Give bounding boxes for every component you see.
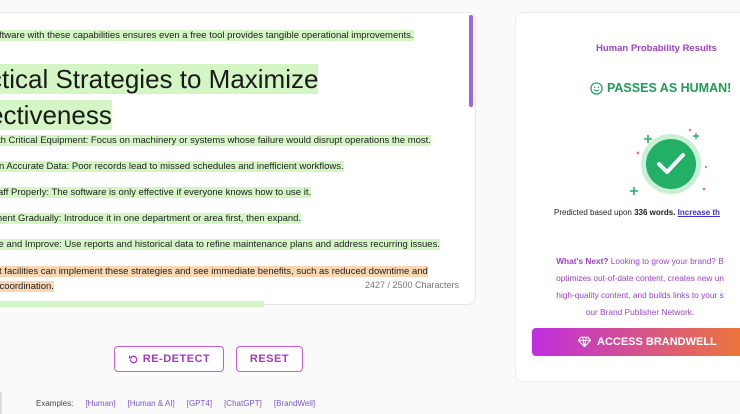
editor-line: with Critical Equipment: Focus on machin…: [0, 134, 431, 147]
result-card: Human Probability Results PASSES AS HUMA…: [515, 12, 740, 382]
redetect-label: RE-DETECT: [142, 353, 211, 365]
example-brandwell-link[interactable]: [BrandWell]: [274, 399, 315, 408]
whats-next-text: What's Next? Looking to grow your brand?…: [516, 253, 740, 321]
example-chatgpt-link[interactable]: [ChatGPT]: [224, 399, 262, 408]
examples-label: Examples:: [36, 399, 74, 408]
refresh-icon: [128, 354, 138, 363]
verdict-text: PASSES AS HUMAN!: [590, 81, 731, 95]
example-human-ai-link[interactable]: [Human & AI]: [128, 399, 175, 408]
predicted-prefix: Predicted based upon: [554, 208, 632, 217]
smile-icon: [590, 81, 603, 95]
verdict-label: PASSES AS HUMAN!: [607, 81, 732, 95]
examples-row: Examples: [Human] [Human & AI] [GPT4] [ChatG…: [36, 399, 315, 408]
next-line: optimizes out-of-date content, creates n…: [556, 273, 724, 283]
editor-line: Staff Properly: The software is only eff…: [0, 186, 312, 199]
editor-line: ement Gradually: Introduce it in one dep…: [0, 212, 302, 225]
editor-heading: ctical Strategies to Maximize: [0, 63, 319, 95]
editor-scrollbar[interactable]: [469, 15, 473, 107]
character-count: 2427 / 2500 Characters: [364, 280, 459, 290]
ai-detector-page: software with these capabilities ensures…: [0, 0, 740, 414]
access-label: ACCESS BRANDWELL: [597, 336, 717, 348]
next-line: our Brand Publisher Network.: [585, 307, 695, 317]
access-brandwell-button[interactable]: ACCESS BRANDWELL: [532, 328, 740, 356]
check-badge-icon: [630, 128, 707, 195]
reset-label: RESET: [249, 353, 290, 365]
result-title: Human Probability Results: [596, 43, 717, 54]
editor-heading-continued: ectiveness: [0, 99, 112, 131]
increase-link[interactable]: Increase th: [678, 208, 720, 217]
highlight-strip: [0, 301, 264, 307]
left-edge-divider: [0, 392, 2, 414]
predicted-note: Predicted based upon 336 words. Increase…: [554, 208, 720, 217]
redetect-button[interactable]: RE-DETECT: [114, 346, 224, 372]
editor-line: yze and Improve: Use reports and histori…: [0, 238, 440, 251]
editor-line: software with these capabilities ensures…: [0, 29, 414, 42]
example-human-link[interactable]: [Human]: [85, 399, 115, 408]
diamond-icon: [578, 336, 591, 348]
next-line-text: Looking to grow your brand? B: [608, 256, 724, 266]
text-editor-panel[interactable]: software with these capabilities ensures…: [0, 12, 476, 305]
next-line: What's Next? Looking to grow your brand?…: [516, 253, 740, 270]
editor-line: m coordination.: [0, 280, 54, 293]
word-count: 336 words.: [634, 208, 676, 217]
next-line: high-quality content, and builds links t…: [556, 290, 724, 300]
example-gpt4-link[interactable]: [GPT4]: [187, 399, 212, 408]
editor-line: tain Accurate Data: Poor records lead to…: [0, 160, 344, 173]
reset-button[interactable]: RESET: [236, 346, 303, 372]
whats-next-heading: What's Next?: [556, 256, 609, 266]
editor-line: est facilities can implement these strat…: [0, 265, 428, 278]
